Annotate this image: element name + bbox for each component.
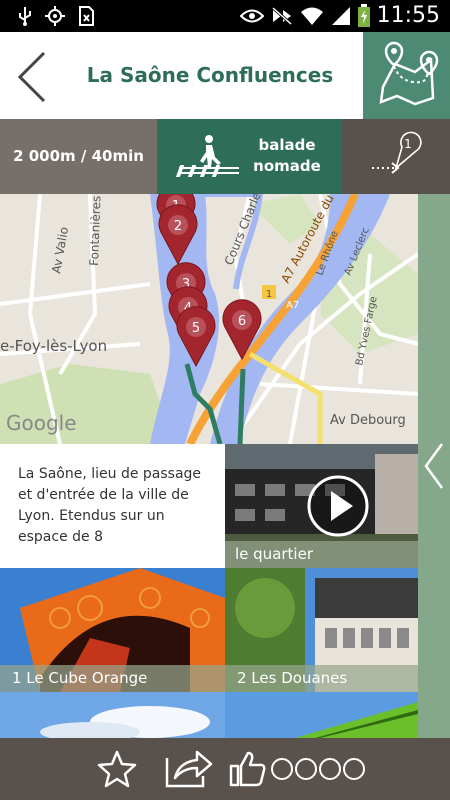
battery-icon xyxy=(356,4,372,27)
intro-card[interactable]: La Saône, lieu de passage et d'entrée de… xyxy=(0,444,225,568)
signal-icon xyxy=(330,6,352,26)
rating-circle[interactable] xyxy=(319,758,341,780)
poi-tile-cube-orange[interactable]: 1 Le Cube Orange xyxy=(0,568,225,692)
mute-icon xyxy=(270,6,294,26)
walk-mode-label: balade nomade xyxy=(247,135,327,177)
bottom-bar xyxy=(0,738,450,800)
location-start-icon: 1 xyxy=(372,131,422,174)
clock: 11:55 xyxy=(376,3,440,28)
route-badge-a7: A7 xyxy=(286,300,299,311)
chevron-left-icon xyxy=(17,51,46,103)
map-view[interactable]: 1 A7 Av Valio Fontanières Cours Charle A… xyxy=(0,194,418,444)
info-bar: 2 000m / 40min balade nomade 1 xyxy=(0,119,450,194)
map-marker[interactable]: 6 xyxy=(220,299,264,361)
intro-text: La Saône, lieu de passage et d'entrée de… xyxy=(18,466,202,545)
google-logo: Google xyxy=(6,411,77,435)
video-tile[interactable]: le quartier xyxy=(225,444,418,568)
wifi-icon xyxy=(300,6,324,26)
route-badge-1: 1 xyxy=(266,289,272,300)
mode-line-2: nomade xyxy=(253,157,321,175)
chevron-left-icon xyxy=(424,443,444,489)
tile-caption: 2 Les Douanes xyxy=(225,665,418,692)
tile-caption: 1 Le Cube Orange xyxy=(0,665,225,692)
thumbs-up-icon[interactable] xyxy=(228,749,268,789)
rating-circle[interactable] xyxy=(295,758,317,780)
share-icon[interactable] xyxy=(163,748,213,790)
sim-card-icon xyxy=(76,6,96,26)
map-marker[interactable]: 5 xyxy=(174,306,218,368)
poi-tile-3[interactable] xyxy=(0,692,225,738)
mode-line-1: balade xyxy=(258,136,316,154)
eye-icon xyxy=(240,6,264,26)
map-marker-number: 6 xyxy=(238,314,246,329)
map-route-icon xyxy=(379,41,439,106)
rating-circle[interactable] xyxy=(271,758,293,780)
start-point-number: 1 xyxy=(404,137,412,151)
gps-icon xyxy=(44,6,66,26)
side-panel[interactable] xyxy=(418,194,450,738)
map-marker-number: 5 xyxy=(192,321,200,336)
map-marker-number: 2 xyxy=(174,219,182,234)
page-title: La Saône Confluences xyxy=(86,63,334,87)
map-label-av-debourg: Av Debourg xyxy=(330,413,406,428)
status-bar: 11:55 xyxy=(0,0,450,32)
star-icon[interactable] xyxy=(97,749,137,789)
rating-circles xyxy=(271,758,365,780)
map-label-fontanieres: Fontanières xyxy=(87,196,103,267)
walk-mode-box: balade nomade xyxy=(157,119,342,194)
poi-tile-4[interactable] xyxy=(225,692,418,738)
poi-photo-3 xyxy=(0,692,225,738)
map-label-foy-les-lyon: e-Foy-lès-Lyon xyxy=(0,337,107,355)
rating-circle[interactable] xyxy=(343,758,365,780)
map-marker[interactable]: 2 xyxy=(156,204,200,266)
usb-icon xyxy=(14,6,36,26)
poi-tile-douanes[interactable]: 2 Les Douanes xyxy=(225,568,418,692)
play-icon[interactable] xyxy=(306,474,370,538)
header: La Saône Confluences xyxy=(0,32,450,119)
pedestrian-icon xyxy=(175,135,239,177)
start-point-button[interactable]: 1 xyxy=(342,119,450,194)
distance-time: 2 000m / 40min xyxy=(0,119,157,194)
back-button[interactable] xyxy=(14,50,50,104)
map-toggle-button[interactable] xyxy=(363,32,450,119)
tile-caption: le quartier xyxy=(225,541,418,568)
poi-photo-4 xyxy=(225,692,418,738)
